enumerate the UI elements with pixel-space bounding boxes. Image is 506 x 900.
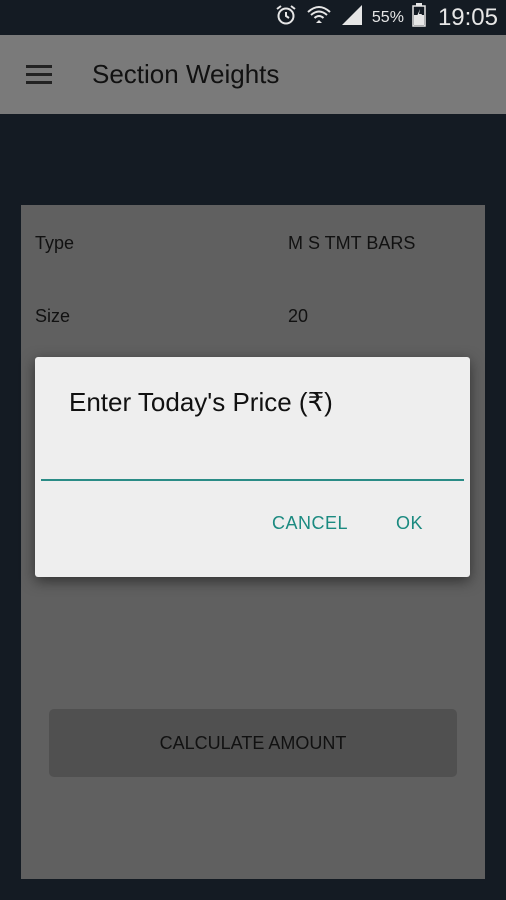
status-icons: 55% 19:05 (274, 0, 498, 35)
app-bar: Section Weights (0, 35, 506, 114)
status-bar: 55% 19:05 (0, 0, 506, 35)
wifi-icon (306, 3, 332, 32)
battery-icon (412, 3, 426, 32)
battery-percent: 55% (371, 8, 404, 26)
dialog-title: Enter Today's Price (₹) (69, 387, 333, 417)
ok-button[interactable]: OK (396, 513, 423, 534)
size-value[interactable]: 20 (288, 306, 308, 327)
page-title: Section Weights (92, 59, 280, 89)
size-label: Size (35, 306, 71, 326)
price-dialog: Enter Today's Price (₹) CANCEL OK (35, 357, 470, 577)
cancel-button[interactable]: CANCEL (272, 513, 348, 534)
type-label: Type (35, 233, 75, 253)
calculate-amount-button[interactable]: CALCULATE AMOUNT (49, 709, 457, 777)
hamburger-menu-icon[interactable] (26, 65, 52, 85)
price-input[interactable] (41, 451, 464, 481)
type-value[interactable]: M S TMT BARS (288, 233, 415, 254)
signal-icon (340, 3, 364, 32)
clock-time: 19:05 (437, 3, 498, 31)
alarm-icon (274, 3, 298, 32)
